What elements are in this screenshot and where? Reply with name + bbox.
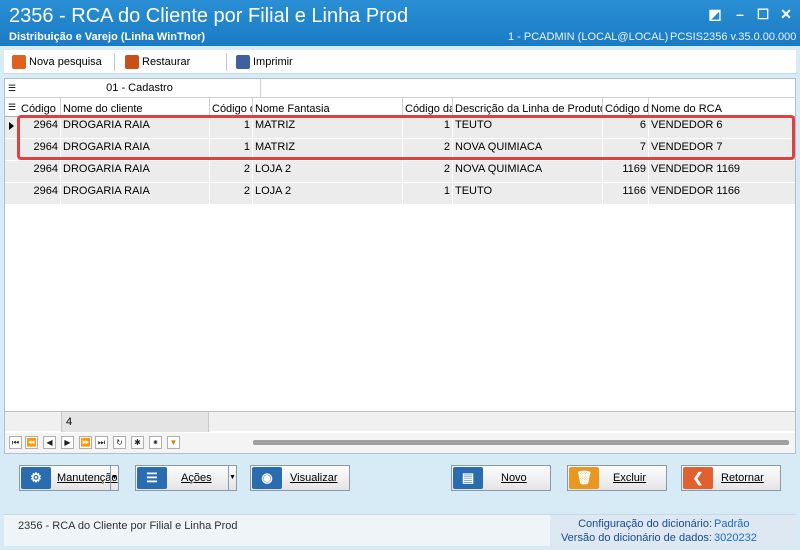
- grid-footer: 4: [5, 411, 795, 432]
- highlight-box: [17, 115, 795, 160]
- current-row-indicator: [9, 122, 14, 130]
- cell-descricao-linha: TEUTO: [453, 183, 603, 205]
- new-search-label: Nova pesquisa: [29, 56, 102, 68]
- asterisk-clear-icon[interactable]: ⁕: [149, 436, 162, 449]
- manutencao-button[interactable]: ⚙ Manutenção ▼: [19, 465, 119, 491]
- restore-icon[interactable]: ◩: [706, 6, 724, 22]
- trash-icon: 🗑: [569, 467, 599, 489]
- cell-codigo-filial: 2: [210, 161, 253, 183]
- cell-codigo: 2964: [19, 183, 61, 205]
- excluir-button[interactable]: 🗑 Excluir: [567, 465, 667, 491]
- back-arrow-icon: ❮: [683, 467, 713, 489]
- cell-codigo-linha: 2: [403, 161, 453, 183]
- cell-nome-fantasia: LOJA 2: [253, 161, 403, 183]
- user-info: 1 - PCADMIN (LOCAL@LOCAL): [508, 31, 669, 43]
- print-label: Imprimir: [253, 56, 293, 68]
- cell-nome-cliente: DROGARIA RAIA: [61, 161, 210, 183]
- cell-nome-rca: VENDEDOR 1169: [651, 163, 741, 175]
- cell-codigo-linha: 1: [403, 183, 453, 205]
- refresh-icon[interactable]: ↻: [113, 436, 126, 449]
- first-page-icon[interactable]: ⏮: [9, 436, 22, 449]
- acoes-label: Ações: [181, 472, 212, 484]
- close-icon[interactable]: ✕: [777, 6, 795, 22]
- cell-nome-cliente: DROGARIA RAIA: [61, 183, 210, 205]
- eye-icon: ◉: [252, 467, 282, 489]
- title-bar: 2356 - RCA do Cliente por Filial e Linha…: [0, 0, 800, 46]
- printer-icon: [236, 55, 250, 69]
- minimize-icon[interactable]: –: [731, 6, 749, 22]
- next-page-icon[interactable]: ⏩: [79, 436, 92, 449]
- dict-config-label: Configuração do dicionário:: [578, 518, 712, 530]
- dict-version-label: Versão do dicionário de dados:: [560, 532, 712, 544]
- data-grid[interactable]: ☰ 01 - Cadastro ☰ Código Nome do cliente…: [4, 78, 796, 454]
- window-subtitle: Distribuição e Varejo (Linha WinThor): [9, 31, 206, 43]
- cell-codigo-rca: 1166: [603, 183, 649, 205]
- cell-descricao-linha: NOVA QUIMIACA: [453, 161, 603, 183]
- dictionary-info: Configuração do dicionário: Padrão Versã…: [550, 515, 796, 547]
- record-count: 4: [61, 412, 209, 432]
- window-title: 2356 - RCA do Cliente por Filial e Linha…: [9, 5, 409, 27]
- novo-button[interactable]: ▤ Novo: [451, 465, 551, 491]
- filter-icon[interactable]: ▼: [167, 436, 180, 449]
- new-document-icon: ▤: [453, 467, 483, 489]
- novo-label: Novo: [501, 472, 527, 484]
- column-chooser-icon[interactable]: ☰: [8, 103, 16, 112]
- version-info: PCSIS2356 v.35.0.00.000: [670, 31, 797, 43]
- table-row[interactable]: 2964 DROGARIA RAIA 2 LOJA 2 1 TEUTO 1166…: [5, 183, 795, 205]
- cell-codigo-filial: 2: [210, 183, 253, 205]
- cell-nome-fantasia: LOJA 2: [253, 183, 403, 205]
- asterisk-icon[interactable]: ✱: [131, 436, 144, 449]
- table-row[interactable]: 2964 DROGARIA RAIA 2 LOJA 2 2 NOVA QUIMI…: [5, 161, 795, 183]
- visualizar-button[interactable]: ◉ Visualizar: [250, 465, 350, 491]
- search-icon: [12, 55, 26, 69]
- band-cadastro: 01 - Cadastro: [19, 79, 261, 98]
- horizontal-scrollbar[interactable]: [253, 440, 789, 445]
- cell-codigo: 2964: [19, 161, 61, 183]
- chevron-down-icon[interactable]: ▼: [110, 466, 118, 490]
- print-button[interactable]: Imprimir: [236, 53, 293, 71]
- chevron-down-icon[interactable]: ▼: [228, 466, 236, 490]
- band-header-row: ☰ 01 - Cadastro: [5, 79, 795, 98]
- status-bar: 2356 - RCA do Cliente por Filial e Linha…: [4, 514, 796, 547]
- grid-navigator: ⏮ ⏪ ◀ ▶ ⏩ ⏭ ↻ ✱ ⁕ ▼: [5, 433, 795, 453]
- restore-button[interactable]: Restaurar: [125, 53, 190, 71]
- grid-menu-icon[interactable]: ☰: [8, 84, 16, 93]
- last-page-icon[interactable]: ⏭: [95, 436, 108, 449]
- toolbar-divider: [114, 53, 115, 71]
- maintenance-icon: ⚙: [21, 467, 51, 489]
- actions-icon: ☰: [137, 467, 167, 489]
- restore-label: Restaurar: [142, 56, 191, 68]
- next-record-icon[interactable]: ▶: [61, 436, 74, 449]
- visualizar-label: Visualizar: [290, 472, 338, 484]
- previous-record-icon[interactable]: ◀: [43, 436, 56, 449]
- previous-page-icon[interactable]: ⏪: [25, 436, 38, 449]
- new-search-button[interactable]: Nova pesquisa: [12, 53, 102, 71]
- retornar-button[interactable]: ❮ Retornar: [681, 465, 781, 491]
- dict-version-value: 3020232: [714, 532, 757, 544]
- maximize-icon[interactable]: ☐: [754, 6, 772, 22]
- dict-config-value: Padrão: [714, 518, 750, 530]
- restore-icon: [125, 55, 139, 69]
- toolbar: Nova pesquisa Restaurar Imprimir: [4, 50, 796, 74]
- status-text: 2356 - RCA do Cliente por Filial e Linha…: [18, 520, 238, 532]
- retornar-label: Retornar: [721, 472, 764, 484]
- manutencao-label: Manutenção: [57, 472, 118, 484]
- acoes-button[interactable]: ☰ Ações ▼: [135, 465, 237, 491]
- toolbar-divider: [226, 53, 227, 71]
- excluir-label: Excluir: [613, 472, 647, 484]
- cell-codigo-rca: 1169: [603, 161, 649, 183]
- cell-nome-rca: VENDEDOR 1166: [651, 185, 741, 197]
